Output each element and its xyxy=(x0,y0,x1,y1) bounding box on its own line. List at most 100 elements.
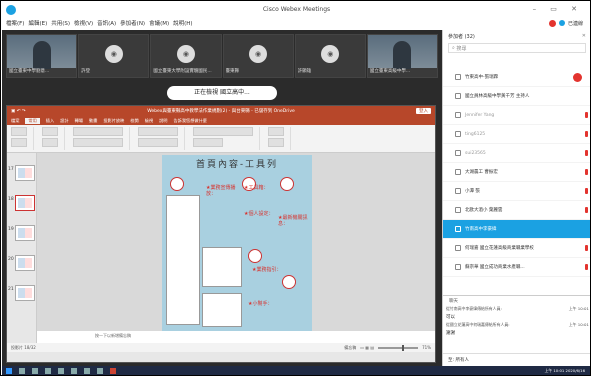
video-thumbnail[interactable]: 國立臺東高級中學... xyxy=(366,34,439,78)
paragraph-buttons[interactable] xyxy=(138,127,178,136)
menu-share[interactable]: 共用(S) xyxy=(51,19,70,27)
participant-search-input[interactable]: ⌕ 搜尋 xyxy=(448,43,586,53)
participant-item[interactable]: 竹東高中-張瑞霖 xyxy=(443,68,590,87)
mute-icon[interactable] xyxy=(585,150,588,156)
mute-icon[interactable] xyxy=(585,188,588,194)
taskbar-clock[interactable]: 上午 10:01 2020/6/16 xyxy=(545,368,590,374)
slide-counter: 投影片 18/32 xyxy=(11,344,36,350)
slide-thumbnail[interactable] xyxy=(15,255,35,271)
ppt-doc-title: Webex與臺東縣高中教學法作業規劃(2) - 與台東縣 - 已儲存到 OneD… xyxy=(147,109,295,114)
webex-taskbar-icon[interactable] xyxy=(97,368,103,374)
participant-item[interactable]: ting6125 xyxy=(443,125,590,144)
participant-item[interactable]: 蘇宗華 國立成功商業水產職... xyxy=(443,258,590,277)
slide-label: ★個人設定： xyxy=(244,211,274,217)
task-view-icon[interactable] xyxy=(32,368,38,374)
mute-icon[interactable] xyxy=(585,169,588,175)
slide-thumbnail[interactable] xyxy=(15,195,35,211)
participant-item[interactable]: sui23565 xyxy=(443,144,590,163)
paste-button[interactable] xyxy=(11,127,27,136)
participant-item[interactable]: 竹南高中李豪緯 xyxy=(443,220,590,239)
mute-icon[interactable] xyxy=(585,112,588,118)
slide-thumbnail[interactable] xyxy=(15,225,35,241)
participant-item[interactable]: 大湖農工 曹振宏 xyxy=(443,163,590,182)
avatar: ◉ xyxy=(321,45,340,63)
windows-start-icon[interactable] xyxy=(6,368,12,374)
participant-item[interactable]: 小潭 張 xyxy=(443,182,590,201)
tab-design[interactable]: 設計 xyxy=(60,118,68,124)
current-slide[interactable]: 首頁內容-工具列 ★業務宣傳播放： ★工具箱： ★個人設定： ★最新機關訊息： … xyxy=(162,155,312,331)
zoom-level[interactable]: 71% xyxy=(422,345,431,350)
menu-file[interactable]: 檔案(F) xyxy=(6,19,24,27)
mute-icon[interactable] xyxy=(585,264,588,270)
menu-edit[interactable]: 編輯(E) xyxy=(28,19,47,27)
copy-button[interactable] xyxy=(11,138,27,147)
slide-thumbnail[interactable] xyxy=(15,285,35,301)
connection-icon xyxy=(558,20,565,26)
shapes-gallery[interactable] xyxy=(193,127,253,136)
device-icon xyxy=(455,150,461,156)
tab-slideshow[interactable]: 投影片放映 xyxy=(103,118,124,124)
font-format-buttons[interactable] xyxy=(73,138,123,147)
participant-item[interactable]: Jennifer Yang xyxy=(443,106,590,125)
mute-icon[interactable] xyxy=(585,245,588,251)
participant-item[interactable]: 國立員林高級中學黃千芳 主持人 xyxy=(443,87,590,106)
mute-icon[interactable] xyxy=(585,207,588,213)
find-button[interactable] xyxy=(268,127,284,136)
video-thumbnail[interactable]: 國立臺東中學劉意... xyxy=(6,34,78,78)
chat-panel: 聊天 從竹南高中李豪緯傳給所有人員: 上午 10:01 可以 從國立花蓮高中何瑞嘉… xyxy=(443,295,590,366)
device-icon xyxy=(455,131,461,137)
align-buttons[interactable] xyxy=(138,138,178,147)
notes-pane[interactable]: 按一下以新增備忘稿 xyxy=(37,331,435,343)
video-thumbnail[interactable]: ◉ 許登 xyxy=(78,34,150,78)
new-slide-button[interactable] xyxy=(42,127,58,136)
arrange-button[interactable] xyxy=(193,138,223,147)
search-icon[interactable] xyxy=(19,368,25,374)
tab-view[interactable]: 檢視 xyxy=(145,118,153,124)
participant-item[interactable]: 北歐大酒小 葉麗雲 xyxy=(443,201,590,220)
connection-status[interactable]: 已連線 xyxy=(548,19,590,27)
slide-thumbnail[interactable] xyxy=(15,165,35,181)
mute-icon[interactable] xyxy=(573,73,582,82)
notes-toggle[interactable]: 備忘稿 xyxy=(344,345,356,351)
device-icon xyxy=(455,93,461,99)
tab-help[interactable]: 說明 xyxy=(159,118,167,124)
video-thumbnail[interactable]: ◉ 許顯雄 xyxy=(294,34,366,78)
chrome-icon[interactable] xyxy=(84,368,90,374)
chat-message-meta: 從竹南高中李豪緯傳給所有人員: 上午 10:01 xyxy=(446,306,589,311)
menu-view[interactable]: 檢視(V) xyxy=(74,19,93,27)
chat-recipient-select[interactable]: 至: 所有人 xyxy=(443,353,590,366)
video-thumbnail[interactable]: ◉ 臺東縣 xyxy=(222,34,294,78)
tab-transitions[interactable]: 轉場 xyxy=(75,118,83,124)
powerpoint-taskbar-icon[interactable] xyxy=(110,368,116,374)
file-explorer-icon[interactable] xyxy=(58,368,64,374)
menu-participants[interactable]: 參加者(N) xyxy=(120,19,145,27)
mute-icon[interactable] xyxy=(585,131,588,137)
tell-me-search[interactable]: 告訴我您想做什麼 xyxy=(173,118,207,124)
chat-header[interactable]: 聊天 xyxy=(443,296,590,305)
participants-panel: 參加者 (32) ✕ ⌕ 搜尋 竹東高中-張瑞霖 國立員林高級中學黃千芳 主持人… xyxy=(442,30,590,366)
tab-animations[interactable]: 動畫 xyxy=(89,118,97,124)
zoom-slider[interactable] xyxy=(378,344,419,351)
view-buttons-icon[interactable]: ▭ ▦ ▤ xyxy=(360,345,374,350)
store-icon[interactable] xyxy=(71,368,77,374)
sharing-banner[interactable]: 正在檢視 國立高中... xyxy=(167,86,277,100)
layout-button[interactable] xyxy=(42,138,58,147)
participants-title[interactable]: 參加者 (32) xyxy=(448,33,475,40)
tab-insert[interactable]: 插入 xyxy=(46,118,54,124)
menu-meeting[interactable]: 會議(M) xyxy=(149,19,169,27)
tab-file[interactable]: 檔案 xyxy=(11,118,19,124)
participant-item[interactable]: 何瑞嘉 國立花蓮高級商業職業學校 xyxy=(443,239,590,258)
close-icon[interactable]: ✕ xyxy=(582,33,586,39)
video-thumbnail[interactable]: ◉ 國立臺東大學附設實驗國民... xyxy=(150,34,222,78)
edge-icon[interactable] xyxy=(45,368,51,374)
slide-number: 18 xyxy=(8,197,14,202)
replace-button[interactable] xyxy=(268,138,284,147)
font-selector[interactable] xyxy=(73,127,123,136)
tab-home[interactable]: 常用 xyxy=(25,117,40,124)
menu-audio[interactable]: 音訊(A) xyxy=(97,19,116,27)
tab-review[interactable]: 校閱 xyxy=(130,118,138,124)
slide-label: ★最新機關訊息： xyxy=(278,215,308,227)
window-controls[interactable]: – ▭ ✕ xyxy=(533,5,583,13)
menu-help[interactable]: 說明(H) xyxy=(173,19,192,27)
ppt-title-bar: ▣ ↶ ↷ Webex與臺東縣高中教學法作業規劃(2) - 與台東縣 - 已儲存… xyxy=(7,106,435,116)
